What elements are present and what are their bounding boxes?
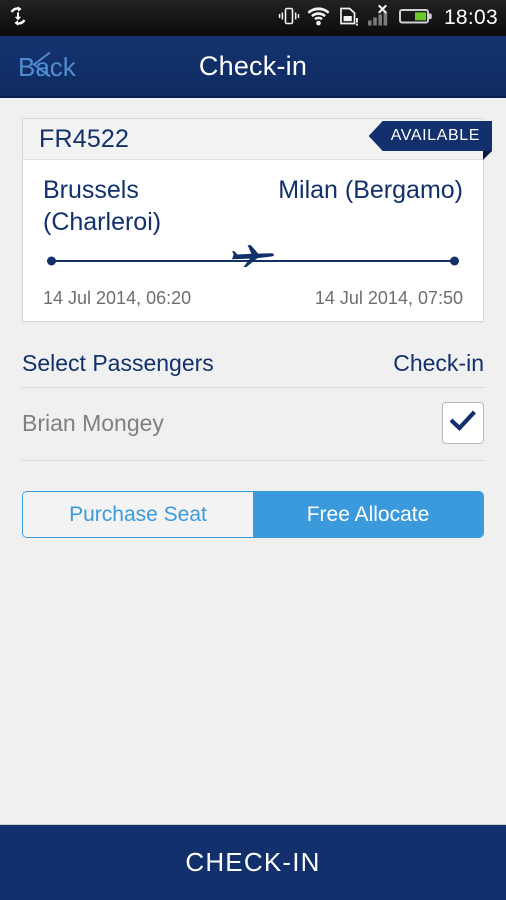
route-path — [47, 245, 459, 276]
passenger-name: Brian Mongey — [22, 409, 164, 436]
flight-card-body: Brussels (Charleroi) Milan (Bergamo) 14 … — [23, 160, 483, 321]
departure-datetime: 14 Jul 2014, 06:20 — [43, 288, 192, 308]
destination-city: Milan (Bergamo) — [278, 176, 463, 204]
battery-icon — [398, 6, 433, 31]
origin-city: Brussels (Charleroi) — [43, 176, 162, 236]
back-button-content: Back — [18, 52, 76, 83]
times-row: 14 Jul 2014, 06:20 14 Jul 2014, 07:50 — [43, 288, 463, 309]
vibrate-icon — [278, 5, 300, 32]
status-bar-clock: 18:03 — [443, 6, 498, 29]
select-passengers-label: Select Passengers — [22, 350, 214, 376]
seat-option-segmented-control[interactable]: Purchase Seat Free Allocate — [22, 491, 484, 538]
purchase-seat-option[interactable]: Purchase Seat — [23, 492, 253, 537]
passenger-row[interactable]: Brian Mongey — [22, 388, 484, 461]
check-in-button-label: CHECK-IN — [185, 847, 321, 877]
app-bar: Check-in Back — [0, 36, 506, 98]
flight-card[interactable]: FR4522 AVAILABLE Brussels (Charleroi) Mi… — [22, 118, 492, 322]
passenger-checkbox[interactable] — [442, 402, 484, 444]
arrival-datetime: 14 Jul 2014, 07:50 — [314, 288, 463, 308]
back-button-label: Back — [18, 51, 76, 82]
flight-card-header: FR4522 AVAILABLE — [23, 119, 492, 160]
status-badge: AVAILABLE — [368, 121, 492, 151]
free-allocate-option[interactable]: Free Allocate — [253, 492, 483, 537]
check-in-column-label: Check-in — [393, 350, 484, 376]
route-row: Brussels (Charleroi) Milan (Bergamo) — [43, 174, 463, 238]
status-badge-fold — [483, 151, 492, 160]
airplane-icon — [231, 242, 275, 281]
check-in-button[interactable]: CHECK-IN — [0, 824, 506, 900]
checkmark-icon — [449, 410, 476, 437]
status-bar-right-icons: 18:03 — [278, 4, 498, 32]
sim-card-alert-icon — [337, 5, 359, 32]
flight-number: FR4522 — [39, 124, 130, 153]
status-bar-left-icons — [6, 4, 30, 33]
content-area: FR4522 AVAILABLE Brussels (Charleroi) Mi… — [0, 100, 506, 824]
wifi-icon — [307, 6, 330, 31]
route-origin-dot — [47, 256, 56, 266]
sync-download-icon — [6, 4, 30, 33]
android-status-bar: 18:03 — [0, 0, 506, 36]
route-destination-dot — [450, 256, 459, 266]
passengers-section-header: Select Passengers Check-in — [22, 350, 484, 388]
signal-no-service-icon — [366, 4, 392, 32]
back-button[interactable]: Back — [10, 36, 84, 98]
